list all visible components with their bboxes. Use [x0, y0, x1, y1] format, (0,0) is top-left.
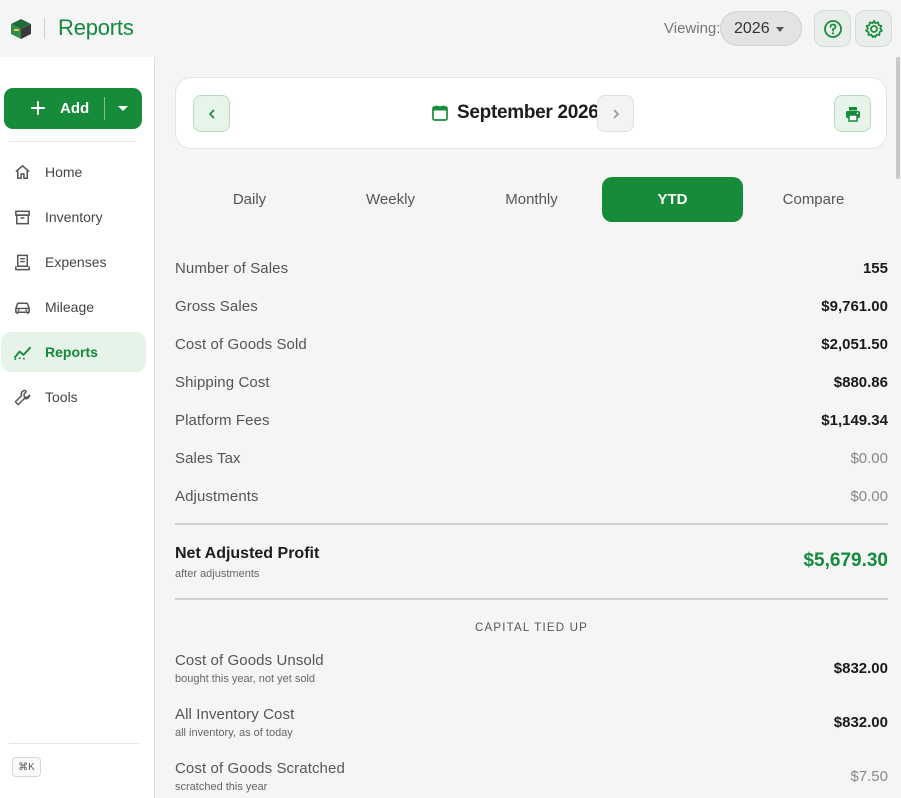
row-label: Adjustments [175, 488, 259, 505]
summary-row-number-of-sales: Number of Sales 155 [175, 249, 888, 287]
row-value: $7.50 [850, 768, 888, 785]
capital-row-inventory-cost: All Inventory Cost all inventory, as of … [175, 706, 888, 750]
divider [175, 523, 888, 525]
add-button-label: Add [60, 100, 90, 117]
sidebar-item-home[interactable]: Home [1, 152, 146, 192]
row-label: Cost of Goods Unsold [175, 652, 324, 669]
row-value: $0.00 [850, 450, 888, 467]
tab-monthly[interactable]: Monthly [461, 177, 602, 222]
viewing-label: Viewing: [664, 20, 721, 37]
sidebar-item-label: Tools [45, 389, 78, 405]
row-value: $1,149.34 [821, 412, 888, 429]
chevron-down-icon [776, 27, 784, 32]
row-value: 155 [862, 260, 888, 277]
year-select-value: 2026 [734, 19, 770, 37]
row-value: $2,051.50 [821, 336, 888, 353]
divider [175, 598, 888, 600]
tab-daily[interactable]: Daily [179, 177, 320, 222]
year-select[interactable]: 2026 [720, 11, 802, 46]
reports-icon [13, 346, 32, 361]
gear-icon [864, 19, 883, 38]
settings-button[interactable] [855, 10, 892, 47]
add-button-separator [104, 97, 105, 120]
inventory-icon [15, 210, 30, 225]
sidebar-item-reports[interactable]: Reports [1, 332, 146, 372]
summary-row-adjustments: Adjustments $0.00 [175, 477, 888, 515]
top-bar: Reports Viewing: 2026 [0, 0, 901, 57]
sidebar-divider [9, 743, 139, 744]
summary-row-gross-sales: Gross Sales $9,761.00 [175, 287, 888, 325]
tab-weekly[interactable]: Weekly [320, 177, 461, 222]
help-icon [823, 19, 842, 38]
net-profit-row: Net Adjusted Profit after adjustments $5… [175, 542, 888, 586]
row-caption: all inventory, as of today [175, 727, 293, 739]
chevron-left-icon [208, 109, 214, 118]
net-profit-label: Net Adjusted Profit [175, 545, 320, 562]
row-value: $832.00 [833, 660, 888, 677]
row-label: Platform Fees [175, 412, 270, 429]
summary-row-sales-tax: Sales Tax $0.00 [175, 439, 888, 477]
help-button[interactable] [814, 10, 851, 47]
net-profit-value: $5,679.30 [803, 550, 888, 571]
home-icon [15, 165, 30, 179]
row-label: Cost of Goods Scratched [175, 760, 345, 777]
tools-icon [14, 389, 31, 406]
sidebar-item-label: Reports [45, 344, 98, 360]
summary-row-cogs: Cost of Goods Sold $2,051.50 [175, 325, 888, 363]
sidebar-item-inventory[interactable]: Inventory [1, 197, 146, 237]
capital-row-goods-scratched: Cost of Goods Scratched scratched this y… [175, 760, 888, 798]
logo-separator [44, 18, 45, 39]
next-period-button[interactable] [597, 95, 634, 132]
row-label: Cost of Goods Sold [175, 336, 307, 353]
sidebar-item-label: Expenses [45, 254, 107, 270]
row-value: $9,761.00 [821, 298, 888, 315]
row-caption: scratched this year [175, 781, 268, 793]
row-value: $0.00 [850, 488, 888, 505]
add-dropdown-chevron-icon[interactable] [118, 106, 128, 111]
period-navigator: September 2026 [175, 77, 887, 149]
logo-icon[interactable] [9, 17, 33, 41]
summary-row-platform-fees: Platform Fees $1,149.34 [175, 401, 888, 439]
print-button[interactable] [834, 95, 871, 132]
sidebar-item-mileage[interactable]: Mileage [1, 287, 146, 327]
summary-row-shipping-cost: Shipping Cost $880.86 [175, 363, 888, 401]
sidebar-item-tools[interactable]: Tools [1, 377, 146, 417]
main-content: September 2026 Daily Weekly Monthly YTD … [155, 57, 901, 798]
row-caption: bought this year, not yet sold [175, 673, 316, 685]
tab-compare[interactable]: Compare [743, 177, 884, 222]
period-title: September 2026 [457, 102, 599, 123]
net-profit-caption: after adjustments [175, 568, 260, 580]
scrollbar-thumb[interactable] [896, 57, 900, 179]
tab-ytd[interactable]: YTD [602, 177, 743, 222]
command-palette-shortcut[interactable]: ⌘K [12, 757, 41, 777]
row-label: Gross Sales [175, 298, 258, 315]
capital-row-goods-unsold: Cost of Goods Unsold bought this year, n… [175, 652, 888, 696]
row-label: Shipping Cost [175, 374, 270, 391]
expenses-icon [15, 254, 30, 271]
previous-period-button[interactable] [193, 95, 230, 132]
sidebar-item-label: Home [45, 164, 83, 180]
print-icon [845, 106, 860, 122]
capital-section-title: CAPITAL TIED UP [474, 622, 588, 634]
add-button[interactable]: Add [4, 88, 142, 129]
sidebar: Add Home Inventory Expenses Mileage Repo… [0, 57, 155, 798]
sidebar-item-expenses[interactable]: Expenses [1, 242, 146, 282]
row-value: $832.00 [833, 714, 888, 731]
row-label: Number of Sales [175, 260, 289, 277]
plus-icon [31, 101, 45, 115]
report-tabs: Daily Weekly Monthly YTD Compare [179, 177, 889, 222]
sidebar-item-label: Mileage [45, 299, 95, 315]
row-value: $880.86 [833, 374, 888, 391]
mileage-icon [15, 302, 30, 315]
chevron-right-icon [613, 109, 619, 118]
row-label: All Inventory Cost [175, 706, 295, 723]
sidebar-divider [9, 141, 137, 142]
page-title: Reports [58, 15, 134, 40]
row-label: Sales Tax [175, 450, 241, 467]
calendar-icon [432, 105, 448, 121]
sidebar-item-label: Inventory [45, 209, 103, 225]
